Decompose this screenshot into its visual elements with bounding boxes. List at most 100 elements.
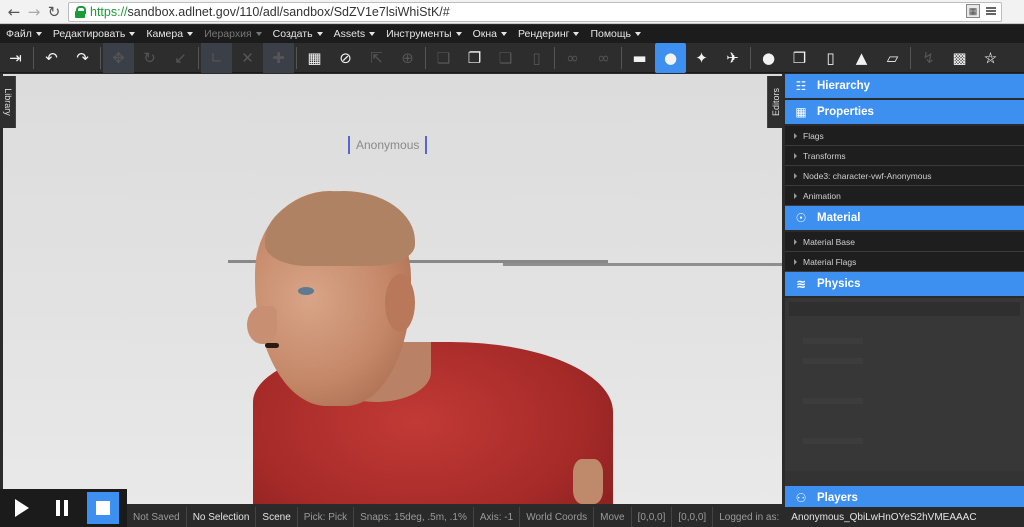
pick-status[interactable]: Pick: Pick: [298, 507, 355, 527]
material-icon: ☉: [795, 211, 807, 225]
menu-item[interactable]: Окна: [473, 28, 507, 40]
physics-placeholder: [803, 438, 863, 444]
cylinder-icon[interactable]: ▯: [815, 43, 846, 73]
coords-status[interactable]: World Coords: [520, 507, 595, 527]
menu-item[interactable]: Камера: [146, 28, 194, 40]
menu-item[interactable]: Файл: [6, 28, 42, 40]
panel-row[interactable]: Flags: [785, 126, 1024, 146]
hierarchy-header[interactable]: ☷ Hierarchy: [785, 74, 1024, 100]
menu-item[interactable]: Иерархия: [204, 28, 262, 40]
material-list: Material Base Material Flags: [785, 232, 1024, 272]
undo-icon[interactable]: ↶: [36, 43, 67, 73]
stop-button[interactable]: [86, 492, 119, 524]
logout-icon[interactable]: ⇥: [0, 43, 31, 73]
physics-header[interactable]: ≋ Physics: [785, 272, 1024, 298]
cone-icon[interactable]: ▲: [846, 43, 877, 73]
menu-item[interactable]: Assets: [334, 28, 376, 40]
world-axis-icon[interactable]: ✕: [232, 43, 263, 73]
browser-menu-icon[interactable]: [984, 4, 998, 18]
menu-item[interactable]: Рендеринг: [518, 28, 580, 40]
properties-list: Flags Transforms Node3: character-vwf-Anon…: [785, 126, 1024, 206]
cube-icon[interactable]: ❒: [784, 43, 815, 73]
panel-row-label: Node3: character-vwf-Anonymous: [803, 170, 932, 181]
axis-status[interactable]: Axis: -1: [474, 507, 521, 527]
library-tab[interactable]: Library: [0, 76, 16, 128]
avatar-camera-icon[interactable]: ●: [655, 42, 686, 73]
scene-status[interactable]: Scene: [256, 507, 298, 527]
panel-row-label: Material Flags: [803, 256, 857, 267]
menu-item[interactable]: Редактировать: [53, 28, 136, 40]
panel-row-label: Material Base: [803, 236, 855, 247]
snaps-status[interactable]: Snaps: 15deg, .5m, .1%: [354, 507, 474, 527]
duplicate-icon[interactable]: ❏: [490, 43, 521, 73]
redo-icon[interactable]: ↷: [67, 43, 98, 73]
hierarchy-icon: ☷: [795, 79, 807, 93]
sphere-icon[interactable]: ●: [753, 43, 784, 73]
forward-icon[interactable]: →: [24, 2, 44, 22]
expand-arrow-icon: [794, 238, 797, 245]
panel-row[interactable]: Transforms: [785, 146, 1024, 166]
target-icon[interactable]: ⊕: [392, 43, 423, 73]
toolbar-separator: [198, 46, 199, 69]
toolbar-separator: [554, 46, 555, 69]
paste-icon[interactable]: ❐: [459, 43, 490, 73]
unlink-icon[interactable]: ∞: [588, 43, 619, 73]
user-name: Anonymous_QbiLwHnOYeS2hVMEAAAC: [791, 511, 977, 523]
cart-icon[interactable]: ⛥: [975, 43, 1006, 73]
toolbar-separator: [910, 46, 911, 69]
panel-row[interactable]: Material Base: [785, 232, 1024, 252]
caret-down-icon: [187, 32, 194, 36]
pick-icon[interactable]: ⇱: [361, 43, 392, 73]
free-camera-icon[interactable]: ✦: [686, 43, 717, 73]
panel-row[interactable]: Material Flags: [785, 252, 1024, 272]
menu-item[interactable]: Инструменты: [386, 28, 462, 40]
pause-button[interactable]: [46, 492, 78, 524]
caret-down-icon: [316, 32, 323, 36]
play-icon: [15, 499, 30, 517]
link-icon[interactable]: ∞: [557, 43, 588, 73]
menu-bar: Файл Редактировать Камера Иерархия Создать As…: [0, 25, 1024, 43]
plane-icon[interactable]: ▱: [877, 43, 908, 73]
reload-icon[interactable]: ↻: [44, 2, 64, 22]
menu-item[interactable]: Помощь: [590, 28, 642, 40]
panel-row[interactable]: Animation: [785, 186, 1024, 206]
address-bar[interactable]: https:// sandbox.adlnet.gov/110/adl/sand…: [68, 2, 1002, 22]
translate-icon[interactable]: ▦: [966, 4, 980, 18]
copy-icon[interactable]: ❏: [428, 43, 459, 73]
app-window: ← → ↻ https:// sandbox.adlnet.gov/110/ad…: [0, 0, 1024, 527]
status-bar: Not Saved No Selection Scene Pick: Pick …: [127, 507, 1024, 527]
scene-viewport[interactable]: Anonymous: [3, 74, 782, 504]
fly-camera-icon[interactable]: ✈: [717, 43, 748, 73]
scale-tool-icon[interactable]: ↙: [165, 43, 196, 73]
hat-camera-icon[interactable]: ▬: [624, 43, 655, 73]
script-icon[interactable]: ↯: [913, 43, 944, 73]
mode-status[interactable]: Move: [594, 507, 632, 527]
rotate-tool-icon[interactable]: ↻: [134, 43, 165, 73]
toolbar-separator: [621, 46, 622, 69]
tool-bar: ⇥ ↶ ↷ ✥ ↻ ↙ ∟ ✕ ✚ ▦ ⊘ ⇱ ⊕ ❏ ❐ ❏ ▯ ∞ ∞ ▬ …: [0, 42, 1024, 73]
back-icon[interactable]: ←: [4, 2, 24, 22]
local-axis-icon[interactable]: ∟: [201, 42, 232, 73]
delete-icon[interactable]: ▯: [521, 43, 552, 73]
physics-section-bar: [789, 302, 1020, 316]
chat-icon[interactable]: ▩: [944, 43, 975, 73]
menu-item[interactable]: Создать: [273, 28, 323, 40]
toolbar-separator: [100, 46, 101, 69]
editors-tab[interactable]: Editors: [767, 76, 783, 128]
panel-row-label: Animation: [803, 190, 841, 201]
character-eye: [298, 287, 314, 295]
expand-arrow-icon: [794, 172, 797, 179]
rotation-status: [0,0,0]: [672, 507, 714, 527]
panel-row[interactable]: Node3: character-vwf-Anonymous: [785, 166, 1024, 186]
editors-tab-label: Editors: [770, 87, 781, 117]
move-tool-icon[interactable]: ✥: [103, 42, 134, 73]
snap-icon[interactable]: ✚: [263, 42, 294, 73]
selection-status[interactable]: No Selection: [187, 507, 257, 527]
expand-arrow-icon: [794, 152, 797, 159]
grid-select-icon[interactable]: ▦: [299, 43, 330, 73]
lock-icon: [75, 6, 86, 18]
deselect-icon[interactable]: ⊘: [330, 43, 361, 73]
properties-header[interactable]: ▦ Properties: [785, 100, 1024, 126]
play-button[interactable]: [6, 492, 38, 524]
material-header[interactable]: ☉ Material: [785, 206, 1024, 232]
